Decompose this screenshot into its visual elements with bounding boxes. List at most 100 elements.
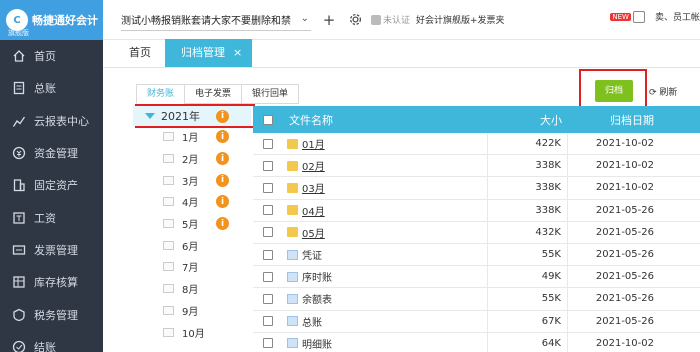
file-size: 55K bbox=[488, 288, 568, 310]
file-size: 64K bbox=[488, 332, 568, 352]
sidebar-item-6[interactable]: 发票管理 bbox=[0, 234, 103, 266]
file-name: 序时账 bbox=[302, 273, 332, 285]
tree-month-node[interactable]: 3月 i bbox=[133, 169, 251, 191]
table-row[interactable]: 03月 338K 2021-10-02 bbox=[253, 177, 700, 200]
select-all-checkbox[interactable] bbox=[263, 114, 273, 125]
archive-date: 2021-10-02 bbox=[595, 160, 654, 172]
header-date[interactable]: 归档日期 bbox=[568, 106, 700, 133]
table-row[interactable]: 04月 338K 2021-05-26 bbox=[253, 199, 700, 222]
tree-month-node[interactable]: 9月 bbox=[133, 300, 251, 322]
header-size[interactable]: 大小 bbox=[488, 106, 568, 133]
month-label: 10月 bbox=[182, 328, 205, 340]
subtab-financial-books[interactable]: 财务账 bbox=[136, 84, 186, 104]
file-name[interactable]: 05月 bbox=[302, 225, 325, 240]
tab-home[interactable]: 首页 bbox=[103, 39, 165, 67]
file-size: 338K bbox=[488, 199, 568, 221]
info-icon[interactable]: i bbox=[216, 173, 229, 187]
info-icon[interactable]: i bbox=[216, 217, 229, 231]
row-checkbox[interactable] bbox=[263, 293, 273, 304]
month-label: 6月 bbox=[182, 241, 199, 253]
row-checkbox[interactable] bbox=[263, 227, 273, 238]
add-icon[interactable]: + bbox=[321, 11, 337, 29]
table-row[interactable]: 02月 338K 2021-10-02 bbox=[253, 155, 700, 178]
info-icon[interactable]: i bbox=[216, 152, 229, 166]
info-icon[interactable]: i bbox=[216, 109, 229, 123]
file-name: 总账 bbox=[302, 317, 322, 329]
certification-status[interactable]: 未认证 bbox=[371, 13, 410, 26]
tree-year-node[interactable]: 2021年 i bbox=[133, 106, 251, 126]
close-icon[interactable]: × bbox=[233, 39, 242, 67]
table-row[interactable]: 余额表 55K 2021-05-26 bbox=[253, 288, 700, 311]
tree-month-node[interactable]: 4月 i bbox=[133, 191, 251, 213]
folder-icon bbox=[163, 262, 174, 272]
file-name[interactable]: 01月 bbox=[302, 136, 325, 151]
archive-button[interactable]: 归档 bbox=[595, 80, 633, 102]
sidebar-item-1[interactable]: 总账 bbox=[0, 72, 103, 104]
row-checkbox[interactable] bbox=[263, 160, 273, 171]
archive-date: 2021-05-26 bbox=[595, 271, 654, 283]
tree-month-node[interactable]: 2月 i bbox=[133, 148, 251, 170]
topbar-right-text[interactable]: 卖、员工帐 bbox=[655, 10, 700, 23]
new-badge: NEW bbox=[610, 12, 631, 21]
row-checkbox[interactable] bbox=[263, 249, 273, 260]
file-name[interactable]: 02月 bbox=[302, 158, 325, 173]
table-row[interactable]: 01月 422K 2021-10-02 bbox=[253, 133, 700, 156]
row-checkbox[interactable] bbox=[263, 182, 273, 193]
folder-icon bbox=[287, 205, 298, 216]
tree-month-node[interactable]: 5月 i bbox=[133, 213, 251, 235]
sidebar-item-3[interactable]: 资金管理 bbox=[0, 137, 103, 169]
table-row[interactable]: 明细账 64K 2021-10-02 bbox=[253, 332, 700, 352]
table-row[interactable]: 序时账 49K 2021-05-26 bbox=[253, 266, 700, 289]
file-table: 文件名称 大小 归档日期 01月 422K 2021-10-02 02月 338K 202… bbox=[253, 106, 700, 352]
info-icon[interactable]: i bbox=[216, 195, 229, 209]
row-checkbox[interactable] bbox=[263, 316, 273, 327]
gear-icon[interactable] bbox=[347, 12, 363, 28]
company-name: 测试小畅报销账套请大家不要删除和禁用 bbox=[121, 15, 291, 27]
sidebar-item-5[interactable]: 工资 bbox=[0, 201, 103, 233]
row-checkbox[interactable] bbox=[263, 205, 273, 216]
sidebar-item-4[interactable]: 固定资产 bbox=[0, 169, 103, 201]
subtab-e-invoice[interactable]: 电子发票 bbox=[184, 84, 243, 104]
month-label: 4月 bbox=[182, 198, 199, 210]
month-label: 3月 bbox=[182, 176, 199, 188]
expand-triangle-icon[interactable] bbox=[145, 113, 155, 119]
app-logo[interactable]: C 畅捷通好会计 旗舰版 bbox=[0, 0, 103, 40]
tree-month-node[interactable]: 7月 bbox=[133, 256, 251, 278]
tab-archive-management[interactable]: 归档管理 × bbox=[165, 39, 253, 67]
table-row[interactable]: 总账 67K 2021-05-26 bbox=[253, 310, 700, 333]
file-name: 余额表 bbox=[302, 295, 332, 307]
sidebar-item-0[interactable]: 首页 bbox=[0, 40, 103, 72]
sidebar-item-9[interactable]: 结账 bbox=[0, 331, 103, 352]
row-checkbox[interactable] bbox=[263, 138, 273, 149]
close-account-icon bbox=[12, 340, 26, 352]
company-selector[interactable]: 测试小畅报销账套请大家不要删除和禁用 ⌄ bbox=[121, 9, 311, 31]
sidebar-item-8[interactable]: 税务管理 bbox=[0, 298, 103, 330]
sidebar-nav: 首页 总账云报表中心资金管理 固定资产 工资发票管理库存核算 税务管理 结账 bbox=[0, 40, 103, 352]
subtab-bank-receipt[interactable]: 银行回单 bbox=[241, 84, 300, 104]
tree-month-node[interactable]: 6月 bbox=[133, 234, 251, 256]
info-icon[interactable]: i bbox=[216, 130, 229, 144]
table-row[interactable]: 05月 432K 2021-05-26 bbox=[253, 221, 700, 244]
table-row[interactable]: 凭证 55K 2021-05-26 bbox=[253, 243, 700, 267]
sidebar-item-label: 云报表中心 bbox=[34, 114, 89, 128]
folder-icon bbox=[287, 138, 298, 149]
tree-month-node[interactable]: 10月 bbox=[133, 321, 251, 343]
ledger-icon bbox=[12, 81, 26, 95]
file-name[interactable]: 03月 bbox=[302, 180, 325, 195]
gift-icon[interactable] bbox=[632, 10, 645, 23]
topbar: 测试小畅报销账套请大家不要删除和禁用 ⌄ + 未认证 好会计旗舰版+发票夹 NE… bbox=[103, 0, 700, 40]
document-icon bbox=[287, 338, 298, 349]
header-name[interactable]: 文件名称 bbox=[275, 106, 488, 133]
refresh-button[interactable]: ⟳ 刷新 bbox=[649, 85, 677, 98]
file-size: 338K bbox=[488, 155, 568, 177]
chevron-down-icon: ⌄ bbox=[300, 12, 309, 24]
sidebar-item-label: 发票管理 bbox=[34, 243, 78, 257]
subtab-bar: 财务账 电子发票 银行回单 bbox=[136, 84, 300, 104]
row-checkbox[interactable] bbox=[263, 338, 273, 349]
sidebar-item-2[interactable]: 云报表中心 bbox=[0, 105, 103, 137]
tree-month-node[interactable]: 8月 bbox=[133, 278, 251, 300]
file-name[interactable]: 04月 bbox=[302, 203, 325, 218]
row-checkbox[interactable] bbox=[263, 271, 273, 282]
sidebar-item-7[interactable]: 库存核算 bbox=[0, 266, 103, 298]
tree-month-node[interactable]: 1月 i bbox=[133, 126, 251, 148]
